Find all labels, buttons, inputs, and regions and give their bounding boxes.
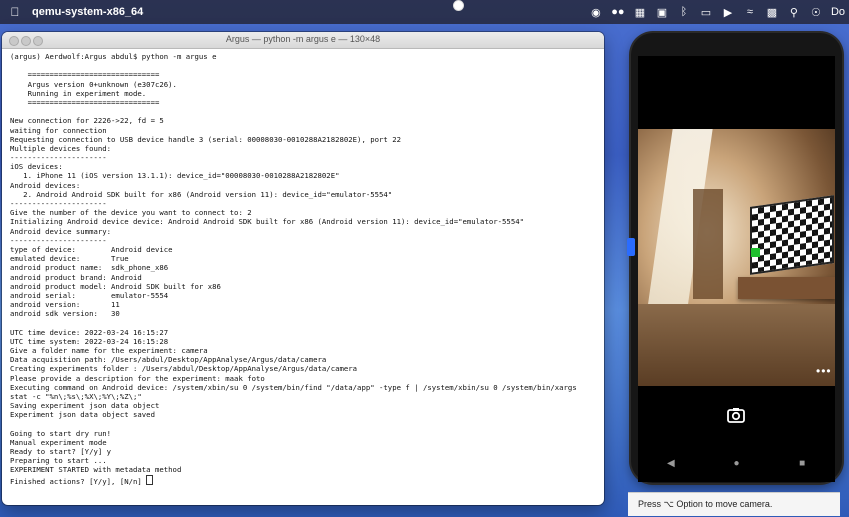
mac-menubar:  qemu-system-x86_64 ◉ ●● ▦ ▣ ᛒ ▭ ▶ ≈ ▩ … xyxy=(0,0,849,24)
terminal-line: type of device: Android device xyxy=(10,244,173,254)
window-resize-handle[interactable] xyxy=(453,0,464,11)
terminal-line: android serial: emulator-5554 xyxy=(10,290,169,300)
owl-icon[interactable]: ●● xyxy=(607,0,629,24)
terminal-line: Running in experiment mode. xyxy=(10,88,147,98)
user-icon[interactable]: ☉ xyxy=(805,0,827,24)
terminal-title: Argus — python -m argus e — 130×48 xyxy=(225,34,381,44)
camera-hint-bar: Press ⌥ Option to move camera. xyxy=(628,492,840,516)
camera-shutter-button[interactable] xyxy=(725,404,747,426)
terminal-output[interactable]: (argus) Aerdwolf:Argus abdul$ python -m … xyxy=(2,49,604,504)
apple-icon[interactable]:  xyxy=(4,5,26,19)
checkerboard-tv xyxy=(750,195,834,275)
terminal-line: Experiment json data object saved xyxy=(10,410,155,420)
terminal-line: stat -c "%n\;%s\;%X\;%Y\;%Z\;" xyxy=(10,391,142,401)
android-nav-bar: ◀ ● ■ xyxy=(638,450,835,476)
menubar-clock[interactable]: Do xyxy=(827,0,849,24)
overflow-menu-button[interactable]: ••• xyxy=(816,364,832,378)
terminal-titlebar[interactable]: Argus — python -m argus e — 130×48 xyxy=(2,32,604,49)
terminal-line: emulated device: True xyxy=(10,254,129,264)
menubar-status-area: ◉ ●● ▦ ▣ ᛒ ▭ ▶ ≈ ▩ ⚲ ☉ Do xyxy=(585,0,849,24)
camera-icon xyxy=(727,408,745,423)
terminal-line: android sdk version: 30 xyxy=(10,309,120,319)
terminal-line: Multiple devices found: xyxy=(10,143,112,153)
tv-cabinet xyxy=(738,277,835,299)
camera-preview[interactable]: ••• xyxy=(638,129,835,386)
terminal-line: android product model: Android SDK built… xyxy=(10,281,221,291)
bookshelf xyxy=(693,189,723,299)
terminal-line: waiting for connection xyxy=(10,125,107,135)
terminal-line: New connection for 2226->22, fd = 5 xyxy=(10,116,164,126)
terminal-line: iOS devices: xyxy=(10,162,63,172)
terminal-line: android product brand: Android xyxy=(10,272,142,282)
terminal-line: EXPERIMENT STARTED with metadata method xyxy=(10,465,182,475)
home-icon[interactable]: ● xyxy=(726,458,746,469)
terminal-line: ---------------------- xyxy=(10,199,107,208)
terminal-line: 2. Android Android SDK built for x86 (An… xyxy=(10,189,393,199)
terminal-line: Saving experiment json data object xyxy=(10,401,160,411)
back-icon[interactable]: ◀ xyxy=(661,458,681,469)
terminal-line: Argus version 0+unknown (e307c26). xyxy=(10,79,177,89)
keyboard-icon[interactable]: ▦ xyxy=(629,0,651,24)
terminal-line: Finished actions? [Y/y], [N/n] xyxy=(10,474,596,486)
terminal-line: Android device summary: xyxy=(10,226,112,236)
terminal-line: ============================== xyxy=(10,70,160,80)
terminal-line: Give a folder name for the experiment: c… xyxy=(10,346,208,355)
record-icon[interactable]: ◉ xyxy=(585,0,607,24)
terminal-line: UTC time device: 2022-03-24 16:15:27 xyxy=(10,327,169,337)
terminal-line: Please provide a description for the exp… xyxy=(10,373,265,383)
terminal-line: ============================== xyxy=(10,97,160,107)
terminal-line: Initializing Android device device: Andr… xyxy=(10,217,524,227)
wifi-icon[interactable]: ≈ xyxy=(739,0,761,24)
android-emulator-device: ••• ◀ ● ■ xyxy=(627,33,842,483)
recents-icon[interactable]: ■ xyxy=(792,458,812,469)
bluetooth-icon[interactable]: ᛒ xyxy=(673,0,695,24)
terminal-window[interactable]: Argus — python -m argus e — 130×48 (argu… xyxy=(2,32,604,505)
terminal-line: Executing command on Android device: /sy… xyxy=(10,382,577,392)
terminal-line: 1. iPhone 11 (iOS version 13.1.1): devic… xyxy=(10,171,340,181)
terminal-line: ---------------------- xyxy=(10,153,107,163)
terminal-line: Ready to start? [Y/y] y xyxy=(10,447,112,457)
terminal-line: (argus) Aerdwolf:Argus abdul$ python -m … xyxy=(10,52,217,61)
terminal-line: UTC time system: 2022-03-24 16:15:28 xyxy=(10,336,169,346)
terminal-line: Give the number of the device you want t… xyxy=(10,208,252,218)
floor xyxy=(638,304,835,386)
emulator-screen[interactable]: ••• ◀ ● ■ xyxy=(638,56,835,482)
green-marker xyxy=(751,248,760,257)
terminal-cursor xyxy=(146,474,154,485)
terminal-line: Creating experiments folder : /Users/abd… xyxy=(10,364,358,374)
terminal-line: Manual experiment mode xyxy=(10,437,107,447)
search-icon[interactable]: ⚲ xyxy=(783,0,805,24)
play-icon[interactable]: ▶ xyxy=(717,0,739,24)
app-name[interactable]: qemu-system-x86_64 xyxy=(32,6,143,18)
control-icon[interactable]: ▣ xyxy=(651,0,673,24)
terminal-line: Going to start dry run! xyxy=(10,428,112,438)
terminal-line: android product name: sdk_phone_x86 xyxy=(10,263,169,273)
terminal-line: Preparing to start ... xyxy=(10,456,107,466)
terminal-line: Requesting connection to USB device hand… xyxy=(10,134,401,144)
screen-icon[interactable]: ▩ xyxy=(761,0,783,24)
terminal-line: android version: 11 xyxy=(10,300,120,310)
emulator-side-button[interactable] xyxy=(627,238,635,256)
terminal-line: ---------------------- xyxy=(10,235,107,245)
terminal-line: Data acquisition path: /Users/abdul/Desk… xyxy=(10,355,327,365)
battery-icon[interactable]: ▭ xyxy=(695,0,717,24)
terminal-line: Android devices: xyxy=(10,180,81,190)
